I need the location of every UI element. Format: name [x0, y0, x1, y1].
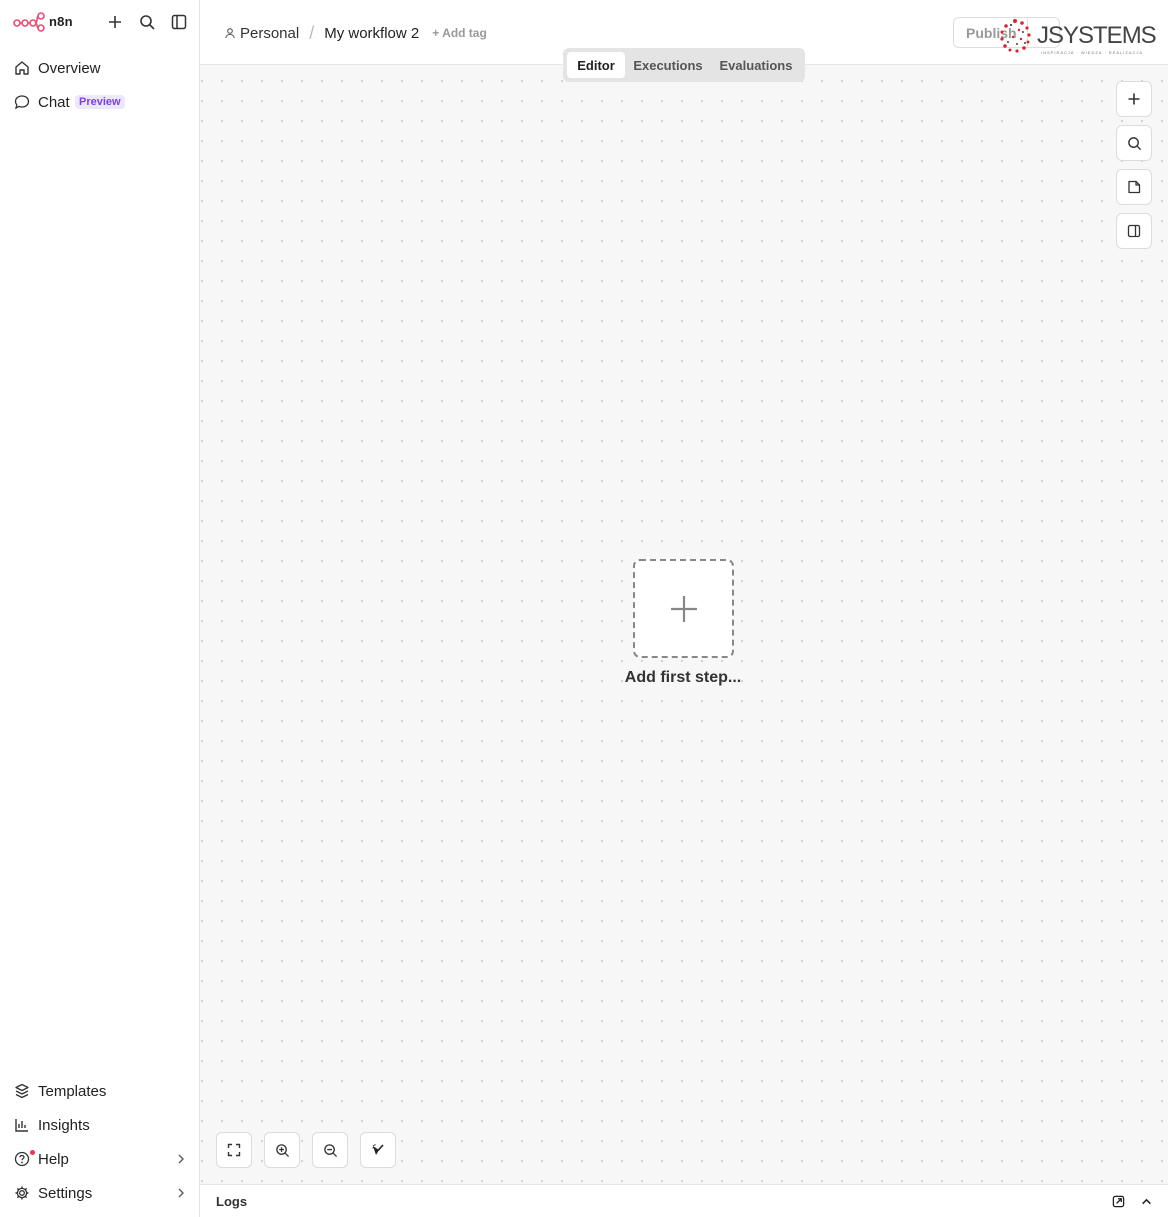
add-first-step-button[interactable] — [633, 559, 734, 658]
sidebar-item-help[interactable]: Help — [0, 1144, 200, 1174]
sidebar-item-label: Settings — [38, 1184, 93, 1202]
add-node-icon — [1128, 93, 1140, 105]
logs-panel-bar[interactable]: Logs — [200, 1184, 1168, 1217]
breadcrumb: Personal / My workflow 2 + Add tag — [224, 23, 487, 43]
workflow-canvas[interactable]: Add first step... — [200, 65, 1168, 1184]
collapse-sidebar-button[interactable] — [168, 11, 190, 33]
pop-out-logs-button[interactable] — [1111, 1194, 1125, 1208]
brand-name: JSYSTEMS — [1037, 22, 1157, 49]
breadcrumb-separator: / — [309, 22, 315, 43]
expand-logs-button[interactable] — [1139, 1194, 1153, 1208]
sticky-note-button[interactable] — [1116, 169, 1152, 205]
tab-evaluations[interactable]: Evaluations — [711, 52, 801, 78]
notification-dot — [30, 1150, 35, 1155]
sticky-note-icon — [1128, 180, 1141, 194]
logs-label: Logs — [216, 1194, 248, 1209]
sidebar-item-templates[interactable]: Templates — [0, 1076, 200, 1106]
sidebar-item-settings[interactable]: Settings — [0, 1178, 200, 1208]
fit-view-icon — [227, 1143, 241, 1157]
sidebar-item-label: Overview — [38, 59, 101, 77]
zoom-out-icon — [323, 1143, 337, 1157]
jsystems-dots-logo-icon — [1000, 19, 1031, 53]
templates-box-icon — [14, 1083, 30, 1099]
sidebar-item-label: Chat — [38, 93, 70, 111]
help-circle-icon — [14, 1151, 30, 1167]
create-new-button[interactable] — [104, 11, 126, 33]
search-icon — [140, 15, 155, 30]
canvas-search-button[interactable] — [1116, 125, 1152, 161]
sidebar-item-label: Insights — [38, 1116, 90, 1134]
fit-view-button[interactable] — [216, 1132, 252, 1168]
plus-icon — [670, 595, 697, 622]
add-node-button[interactable] — [1116, 81, 1152, 117]
chevron-right-icon — [178, 1188, 184, 1198]
bar-chart-icon — [14, 1117, 30, 1133]
add-tag-button[interactable]: + Add tag — [432, 26, 487, 40]
plus-icon — [109, 16, 121, 28]
sidebar-item-overview[interactable]: Overview — [0, 53, 200, 83]
view-tabs: Editor Executions Evaluations — [563, 48, 805, 82]
workflow-name[interactable]: My workflow 2 — [324, 25, 419, 42]
zoom-in-button[interactable] — [264, 1132, 300, 1168]
sidebar-item-label: Help — [38, 1150, 69, 1168]
tab-executions[interactable]: Executions — [625, 52, 711, 78]
user-icon — [225, 28, 235, 39]
tab-editor[interactable]: Editor — [567, 52, 625, 78]
search-icon — [1127, 136, 1141, 150]
sidebar-item-insights[interactable]: Insights — [0, 1110, 200, 1140]
tidy-up-button[interactable] — [360, 1132, 396, 1168]
sidebar: n8n Overview Chat Preview Templates Insi… — [0, 0, 200, 1217]
zoom-in-icon — [275, 1143, 289, 1157]
sidebar-toggle-icon — [171, 14, 187, 30]
tidy-up-brush-icon — [372, 1144, 384, 1155]
n8n-logo-icon[interactable] — [13, 12, 45, 32]
chat-bubble-icon — [14, 94, 30, 110]
chevron-right-icon — [178, 1154, 184, 1164]
jsystems-logo: JSYSTEMS INSPIRACJA · WIEDZA · REALIZACJ… — [995, 17, 1157, 59]
panel-toggle-icon — [1127, 224, 1141, 238]
side-panel-toggle-button[interactable] — [1116, 213, 1152, 249]
sidebar-item-chat[interactable]: Chat Preview — [0, 87, 200, 117]
zoom-out-button[interactable] — [312, 1132, 348, 1168]
brand-tagline: INSPIRACJA · WIEDZA · REALIZACJA — [1041, 50, 1144, 55]
app-name: n8n — [49, 14, 73, 29]
gear-icon — [14, 1185, 30, 1201]
home-icon — [14, 60, 30, 76]
project-link[interactable]: Personal — [240, 25, 299, 42]
search-button[interactable] — [136, 11, 158, 33]
sidebar-item-label: Templates — [38, 1082, 107, 1100]
sidebar-header: n8n — [0, 0, 200, 44]
preview-badge: Preview — [75, 95, 125, 109]
add-first-step-label: Add first step... — [624, 669, 742, 686]
pop-out-icon — [1112, 1195, 1124, 1207]
chevron-up-icon — [1141, 1198, 1151, 1204]
